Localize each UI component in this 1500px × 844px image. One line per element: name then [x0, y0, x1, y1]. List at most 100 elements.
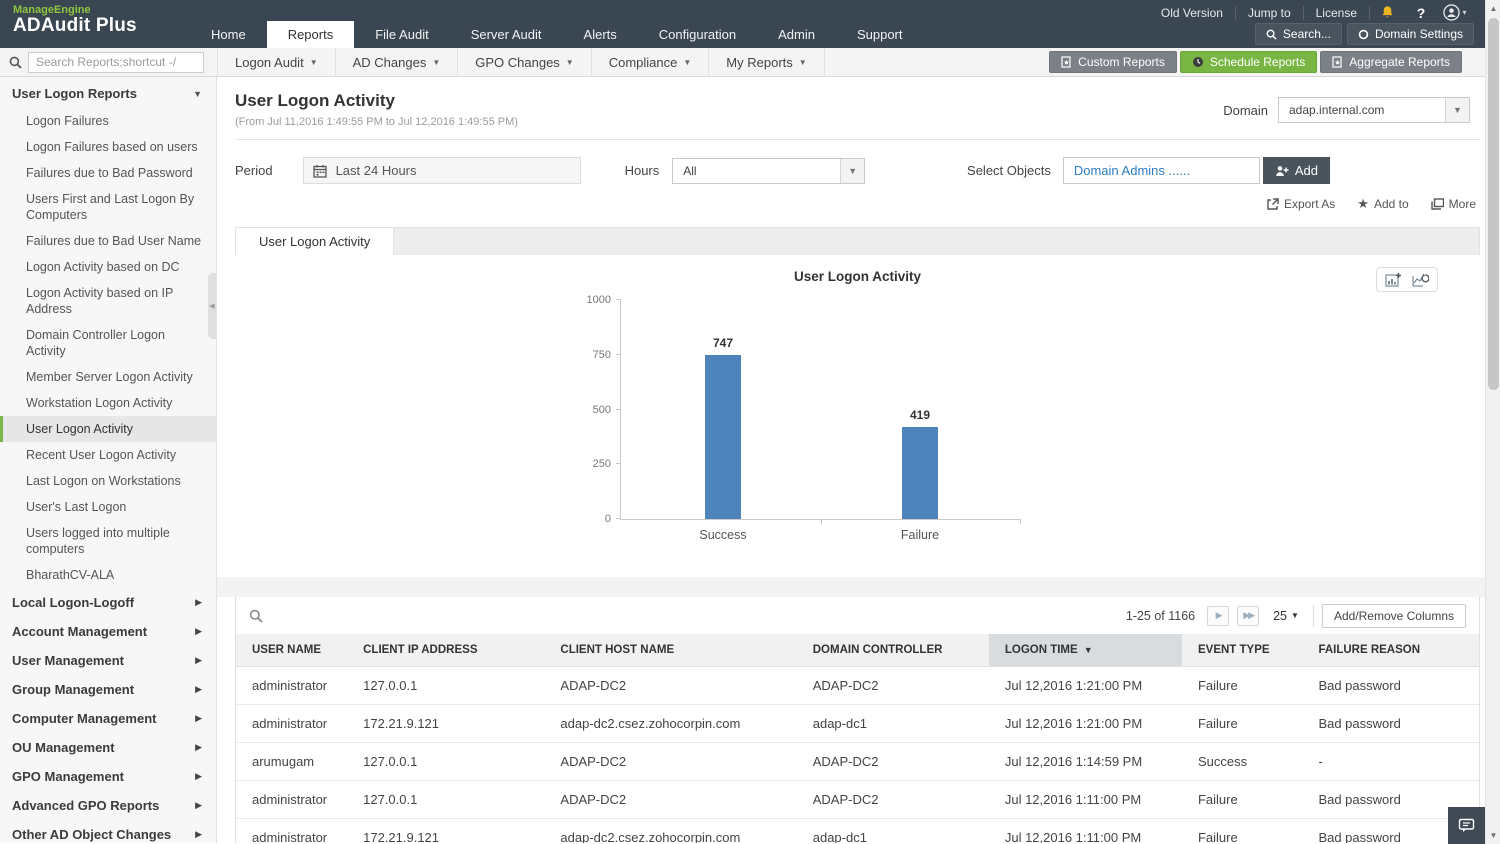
report-doc-icon: [1061, 56, 1072, 68]
select-objects-label: Select Objects: [967, 163, 1051, 178]
schedule-reports-button[interactable]: Schedule Reports: [1179, 51, 1318, 73]
chevron-down-icon: ▼: [683, 57, 692, 67]
scrollbar-thumb[interactable]: [1488, 18, 1499, 390]
sidebar-item-failures-bad-username[interactable]: Failures due to Bad User Name: [0, 228, 216, 254]
nav-configuration[interactable]: Configuration: [638, 21, 757, 48]
nav-server-audit[interactable]: Server Audit: [450, 21, 563, 48]
add-chart-icon[interactable]: [1385, 272, 1402, 287]
report-content: User Logon Activity (From Jul 11,2016 1:…: [217, 77, 1500, 843]
sidebar-item-logon-activity-dc[interactable]: Logon Activity based on DC: [0, 254, 216, 280]
user-account-icon[interactable]: ▾: [1438, 4, 1472, 21]
sidebar-item-logon-failures-users[interactable]: Logon Failures based on users: [0, 134, 216, 160]
sidebar-item-dc-logon-activity[interactable]: Domain Controller Logon Activity: [0, 322, 216, 364]
page-size-select[interactable]: 25 ▼: [1273, 609, 1299, 623]
table-row[interactable]: arumugam 127.0.0.1 ADAP-DC2 ADAP-DC2 Jul…: [236, 742, 1479, 781]
more-link[interactable]: More: [1430, 196, 1476, 212]
hours-select[interactable]: All ▼: [672, 157, 866, 184]
table-search-icon[interactable]: [249, 609, 263, 623]
failure-bar[interactable]: [902, 427, 938, 519]
chevron-down-icon: ▼: [840, 158, 865, 183]
domain-select[interactable]: adap.internal.com ▼: [1278, 97, 1470, 123]
custom-reports-button[interactable]: Custom Reports: [1049, 51, 1177, 73]
sidebar-collapse-handle[interactable]: ◀: [208, 273, 216, 339]
sidebar-item-first-last-logon[interactable]: Users First and Last Logon By Computers: [0, 186, 216, 228]
nav-support[interactable]: Support: [836, 21, 924, 48]
jump-to-link[interactable]: Jump to: [1236, 5, 1304, 20]
sidebar-section-group-management[interactable]: Group Management ▶: [0, 675, 216, 704]
sidebar-section-computer-management[interactable]: Computer Management ▶: [0, 704, 216, 733]
success-bar[interactable]: [705, 355, 741, 519]
menu-compliance[interactable]: Compliance ▼: [592, 48, 710, 76]
sidebar-item-failures-bad-password[interactable]: Failures due to Bad Password: [0, 160, 216, 186]
period-picker[interactable]: Last 24 Hours: [302, 157, 581, 184]
nav-home[interactable]: Home: [190, 21, 267, 48]
help-icon[interactable]: ?: [1404, 5, 1438, 21]
export-as-link[interactable]: Export As: [1266, 196, 1335, 212]
add-remove-columns-button[interactable]: Add/Remove Columns: [1321, 603, 1466, 628]
col-header-client-host[interactable]: CLIENT HOST NAME: [544, 634, 797, 667]
col-header-domain-controller[interactable]: DOMAIN CONTROLLER: [796, 634, 989, 667]
global-search-button[interactable]: Search...: [1254, 23, 1342, 45]
scroll-down-icon[interactable]: ▼: [1486, 828, 1500, 843]
sidebar-item-recent-user-logon[interactable]: Recent User Logon Activity: [0, 442, 216, 468]
table-row[interactable]: administrator 127.0.0.1 ADAP-DC2 ADAP-DC…: [236, 780, 1479, 819]
cell-client-ip: 127.0.0.1: [347, 742, 545, 781]
nav-reports[interactable]: Reports: [266, 21, 355, 48]
app-logo[interactable]: ManageEngine ADAudit Plus: [13, 4, 137, 37]
refresh-chart-icon[interactable]: [1412, 272, 1429, 287]
tab-user-logon-activity[interactable]: User Logon Activity: [236, 228, 395, 255]
sidebar-section-ou-management[interactable]: OU Management ▶: [0, 733, 216, 762]
col-header-failure-reason[interactable]: FAILURE REASON: [1302, 634, 1479, 667]
old-version-link[interactable]: Old Version: [1149, 5, 1236, 20]
sidebar-item-last-logon-workstations[interactable]: Last Logon on Workstations: [0, 468, 216, 494]
scroll-up-icon[interactable]: ▲: [1486, 1, 1500, 16]
add-objects-button[interactable]: Add: [1262, 157, 1330, 184]
sidebar-item-logon-failures[interactable]: Logon Failures: [0, 108, 216, 134]
chart-tools: [1376, 267, 1438, 292]
menu-my-reports[interactable]: My Reports ▼: [709, 48, 825, 76]
sidebar-section-advanced-gpo-reports[interactable]: Advanced GPO Reports ▶: [0, 791, 216, 820]
feedback-chat-button[interactable]: [1448, 807, 1485, 844]
sidebar-item-bharathcv-ala[interactable]: BharathCV-ALA: [0, 562, 216, 588]
add-to-link[interactable]: ★ Add to: [1357, 196, 1408, 212]
sidebar-item-logon-activity-ip[interactable]: Logon Activity based on IP Address: [0, 280, 216, 322]
sidebar-section-user-management[interactable]: User Management ▶: [0, 646, 216, 675]
sidebar-item-users-last-logon[interactable]: User's Last Logon: [0, 494, 216, 520]
cell-client-host: adap-dc2.csez.zohocorpin.com: [544, 704, 797, 743]
sidebar-section-gpo-management[interactable]: GPO Management ▶: [0, 762, 216, 791]
axis-tick-mark: [616, 353, 621, 355]
sidebar-section-user-logon-reports[interactable]: User Logon Reports ▼: [0, 77, 216, 108]
y-axis-tick: 250: [592, 458, 611, 471]
nav-admin[interactable]: Admin: [757, 21, 836, 48]
sidebar-section-other-ad-object-changes[interactable]: Other AD Object Changes ▶: [0, 820, 216, 843]
report-search-input[interactable]: [28, 51, 204, 73]
menu-logon-audit[interactable]: Logon Audit ▼: [217, 48, 336, 76]
table-row[interactable]: administrator 172.21.9.121 adap-dc2.csez…: [236, 818, 1479, 843]
sidebar-item-user-logon-activity[interactable]: User Logon Activity: [0, 416, 216, 442]
menu-ad-changes[interactable]: AD Changes ▼: [336, 48, 459, 76]
notification-bell-icon[interactable]: [1370, 5, 1404, 20]
col-header-client-ip[interactable]: CLIENT IP ADDRESS: [347, 634, 545, 667]
domain-settings-button[interactable]: Domain Settings: [1346, 23, 1474, 45]
nav-file-audit[interactable]: File Audit: [354, 21, 449, 48]
sidebar-item-multiple-computers[interactable]: Users logged into multiple computers: [0, 520, 216, 562]
table-row[interactable]: administrator 172.21.9.121 adap-dc2.csez…: [236, 704, 1479, 743]
aggregate-reports-button[interactable]: Aggregate Reports: [1320, 51, 1462, 73]
menu-gpo-changes[interactable]: GPO Changes ▼: [458, 48, 592, 76]
sidebar-section-local-logon-logoff[interactable]: Local Logon-Logoff ▶: [0, 588, 216, 617]
search-icon: [1266, 29, 1277, 40]
col-header-event-type[interactable]: EVENT TYPE: [1181, 634, 1303, 667]
license-link[interactable]: License: [1304, 5, 1370, 20]
sidebar-section-account-management[interactable]: Account Management ▶: [0, 617, 216, 646]
page-scrollbar[interactable]: ▲ ▼: [1485, 0, 1500, 844]
last-page-button[interactable]: ▶▶: [1237, 605, 1260, 626]
col-header-logon-time[interactable]: LOGON TIME ▼: [988, 634, 1182, 667]
nav-alerts[interactable]: Alerts: [563, 21, 638, 48]
col-header-user-name[interactable]: USER NAME: [236, 634, 348, 667]
gear-icon: [1358, 29, 1369, 40]
sidebar-item-workstation-logon[interactable]: Workstation Logon Activity: [0, 390, 216, 416]
next-page-button[interactable]: ▶: [1207, 605, 1230, 626]
table-row[interactable]: administrator 127.0.0.1 ADAP-DC2 ADAP-DC…: [236, 666, 1479, 705]
select-objects-input[interactable]: [1062, 157, 1260, 184]
sidebar-item-member-server-logon[interactable]: Member Server Logon Activity: [0, 364, 216, 390]
